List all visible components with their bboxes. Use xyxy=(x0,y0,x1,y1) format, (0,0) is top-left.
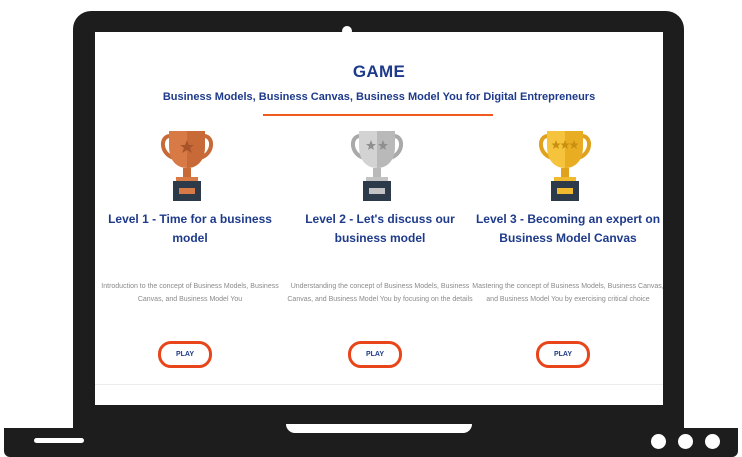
page-subtitle: Business Models, Business Canvas, Busine… xyxy=(162,91,596,103)
silver-trophy-icon xyxy=(351,131,403,201)
bronze-trophy-icon xyxy=(161,131,213,201)
level-description: Mastering the concept of Business Models… xyxy=(472,283,663,303)
level-description: Introduction to the concept of Business … xyxy=(101,283,279,303)
play-button-level-3[interactable]: PLAY xyxy=(536,341,590,368)
play-button-level-2[interactable]: PLAY xyxy=(348,341,402,368)
level-card-2: Level 2 - Let's discuss our business mod… xyxy=(285,128,475,398)
content-divider xyxy=(95,384,663,385)
decorative-bar xyxy=(34,438,84,443)
play-button-level-1[interactable]: PLAY xyxy=(158,341,212,368)
level-title: Level 1 - Time for a business model xyxy=(108,212,272,245)
gold-trophy-icon xyxy=(539,131,591,201)
laptop-screen: GAME Business Models, Business Canvas, B… xyxy=(95,32,663,405)
page-title: GAME xyxy=(352,62,406,81)
title-divider xyxy=(263,114,493,116)
level-description: Understanding the concept of Business Mo… xyxy=(287,283,473,303)
level-title: Level 3 - Becoming an expert on Business… xyxy=(475,212,661,245)
decorative-dot xyxy=(678,434,693,449)
level-card-3: Level 3 - Becoming an expert on Business… xyxy=(472,128,663,398)
decorative-dot xyxy=(651,434,666,449)
level-title: Level 2 - Let's discuss our business mod… xyxy=(305,212,455,245)
level-card-1: Level 1 - Time for a business model Intr… xyxy=(95,128,285,398)
laptop-hinge-notch xyxy=(286,424,472,433)
decorative-dot xyxy=(705,434,720,449)
